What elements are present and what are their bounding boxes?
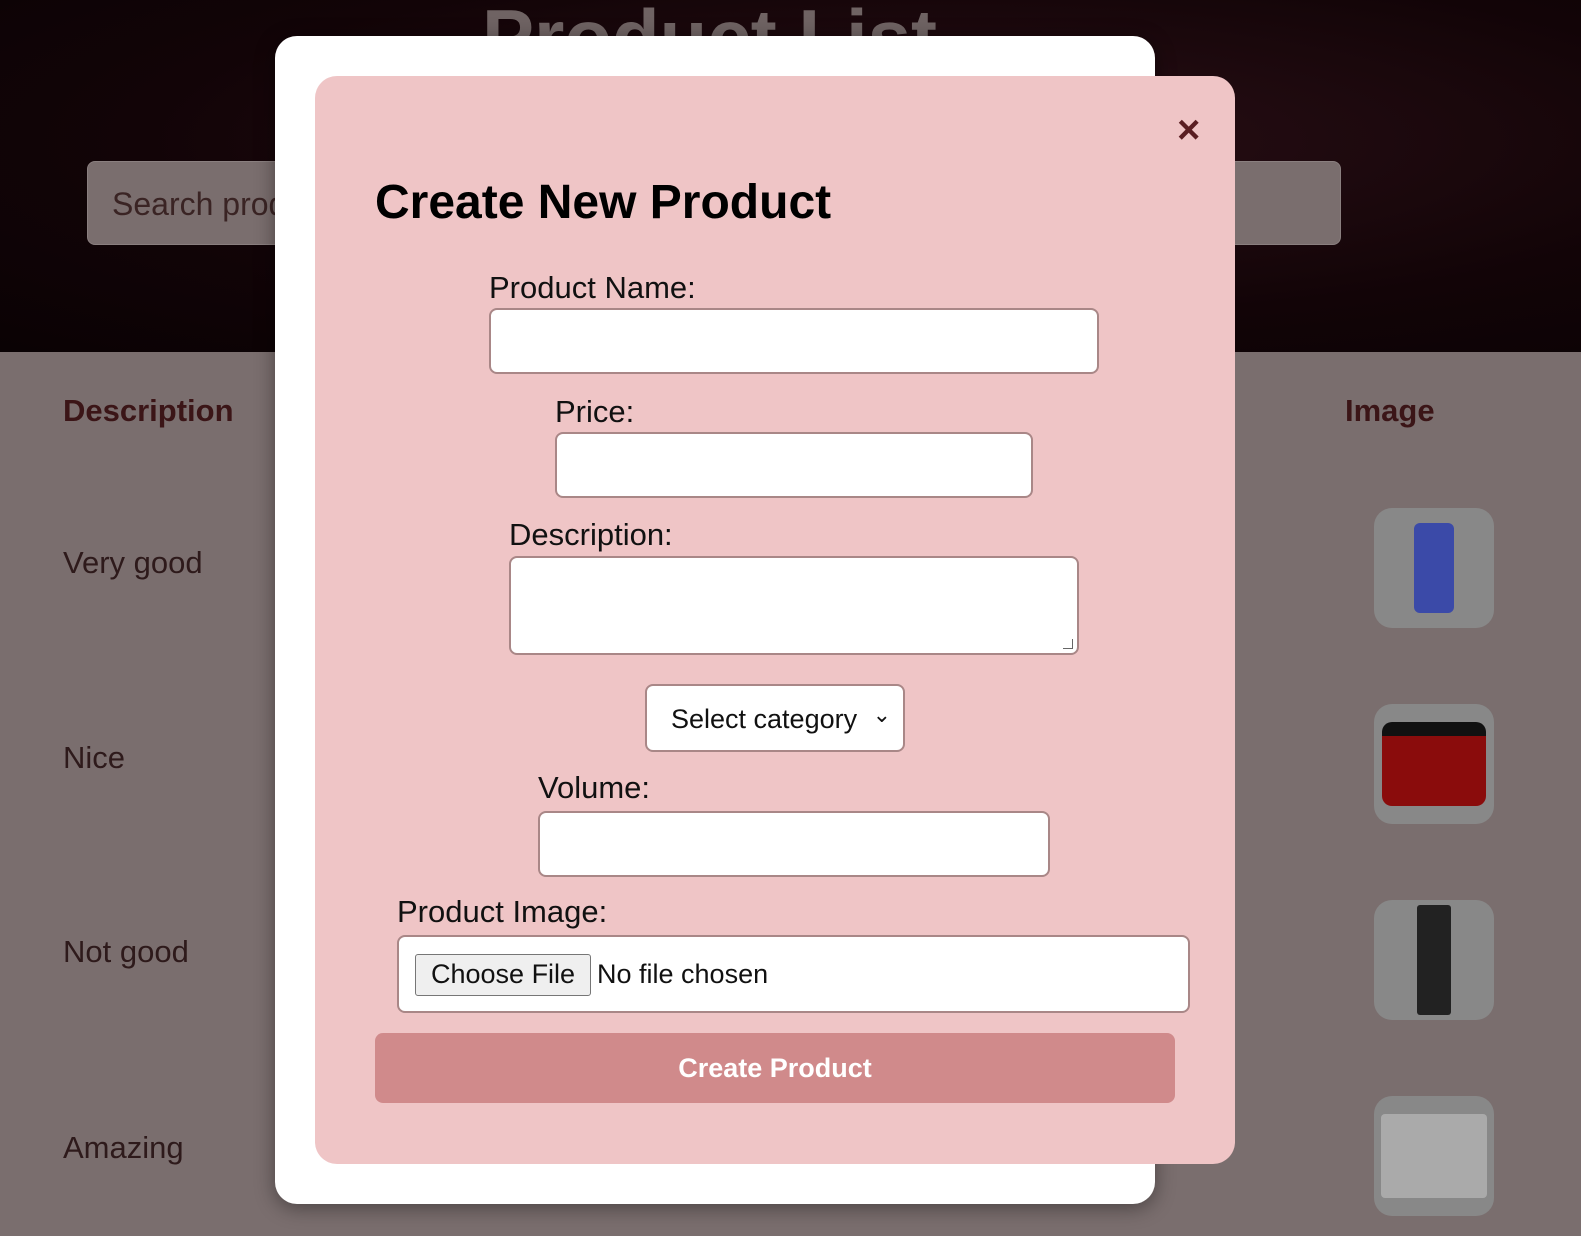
- description-label: Description:: [509, 517, 673, 552]
- price-label: Price:: [555, 394, 635, 429]
- product-image-venn-jar: [1374, 1096, 1494, 1216]
- create-product-button[interactable]: Create Product: [375, 1033, 1175, 1103]
- product-image-blue-bottle: [1374, 508, 1494, 628]
- row-description: Amazing: [63, 1130, 184, 1165]
- close-icon[interactable]: ×: [1177, 108, 1200, 153]
- product-name-input[interactable]: [489, 308, 1099, 374]
- row-description: Very good: [63, 545, 203, 580]
- column-header-image: Image: [1345, 393, 1435, 428]
- volume-label: Volume:: [538, 770, 651, 805]
- volume-input[interactable]: [538, 811, 1050, 877]
- column-header-description: Description: [63, 393, 234, 428]
- modal-title: Create New Product: [375, 176, 832, 229]
- row-description: Nice: [63, 740, 126, 775]
- file-status: No file chosen: [597, 959, 769, 989]
- chevron-down-icon: ⌄: [872, 702, 891, 727]
- row-description: Not good: [63, 934, 189, 969]
- product-image-file-input[interactable]: Choose File No file chosen: [397, 935, 1190, 1013]
- category-select[interactable]: Select category ⌄: [645, 684, 905, 752]
- product-image-label: Product Image:: [397, 894, 608, 929]
- choose-file-button[interactable]: Choose File: [415, 954, 592, 996]
- category-value: Select category: [671, 704, 858, 734]
- price-input[interactable]: [555, 432, 1033, 498]
- resize-handle-icon[interactable]: [1063, 639, 1073, 649]
- description-textarea[interactable]: [509, 556, 1079, 655]
- product-image-red-jar: [1374, 704, 1494, 824]
- product-image-black-tube: [1374, 900, 1494, 1020]
- product-name-label: Product Name:: [489, 270, 696, 305]
